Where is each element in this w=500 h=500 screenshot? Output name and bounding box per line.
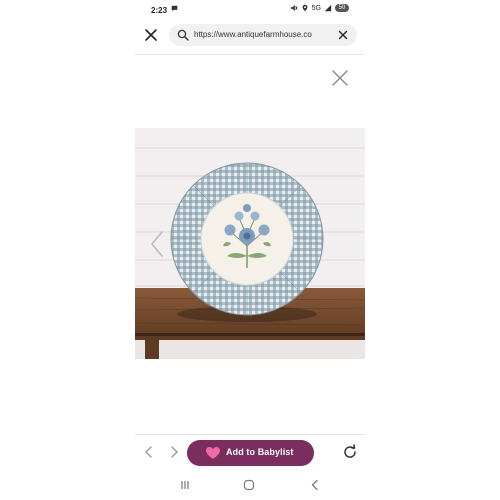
home-icon[interactable] — [243, 479, 255, 491]
network-label: 5G — [311, 4, 321, 12]
signal-icon — [324, 4, 332, 12]
bottom-toolbar: Add to Babylist — [135, 438, 365, 468]
recents-icon[interactable] — [179, 479, 191, 491]
search-icon — [177, 29, 189, 41]
url-field[interactable]: https://www.antiquefarmhouse.co — [169, 24, 357, 46]
babylist-label: Add to Babylist — [226, 447, 294, 457]
mute-icon — [290, 4, 298, 12]
url-text[interactable]: https://www.antiquefarmhouse.co — [194, 30, 329, 39]
divider — [135, 434, 365, 435]
clear-icon[interactable] — [337, 29, 349, 41]
chevron-right-icon[interactable] — [168, 445, 180, 459]
heart-icon — [206, 447, 220, 459]
message-icon — [171, 5, 178, 12]
system-navigation — [135, 474, 365, 496]
status-time: 2:23 — [151, 6, 168, 15]
status-bar: 2:23 5G 50 — [135, 0, 365, 20]
battery-icon: 50 — [335, 4, 349, 12]
back-icon[interactable] — [309, 479, 321, 491]
close-icon[interactable] — [143, 27, 159, 43]
divider — [135, 54, 365, 55]
location-icon — [302, 4, 308, 12]
chevron-left-icon[interactable] — [149, 230, 165, 258]
url-row: https://www.antiquefarmhouse.co — [135, 22, 365, 50]
close-viewer-icon[interactable] — [330, 68, 350, 88]
status-icons: 5G 50 — [290, 4, 349, 12]
chevron-left-icon[interactable] — [143, 445, 155, 459]
product-image — [135, 128, 365, 359]
reload-icon[interactable] — [342, 444, 358, 460]
add-to-babylist-button[interactable]: Add to Babylist — [187, 440, 314, 466]
browser-screen: 2:23 5G 50 https://www.antiquefarmhouse.… — [135, 0, 365, 500]
